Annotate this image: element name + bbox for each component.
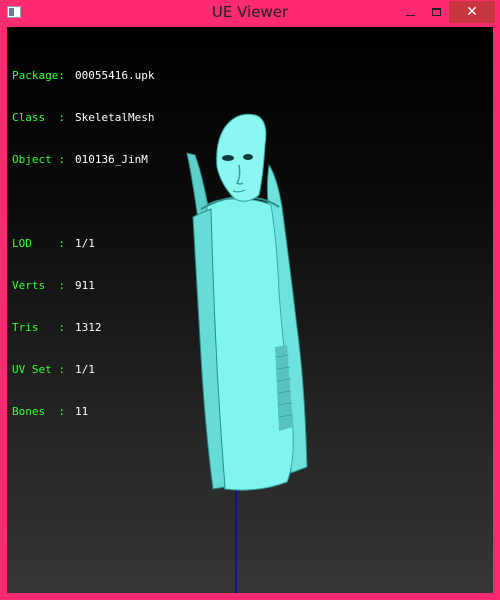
info-label: UV Set : bbox=[12, 363, 65, 376]
info-value: 911 bbox=[75, 279, 95, 292]
info-label: Package: bbox=[12, 69, 65, 82]
close-button[interactable]: ✕ bbox=[449, 1, 495, 23]
app-window: UE Viewer ✕ Package: 00055416.upk Class … bbox=[0, 0, 500, 600]
info-label: Object : bbox=[12, 153, 65, 166]
info-value: 1/1 bbox=[75, 237, 95, 250]
info-row-lod: LOD : 1/1 bbox=[12, 237, 154, 251]
close-icon: ✕ bbox=[466, 4, 478, 20]
info-label: Tris : bbox=[12, 321, 65, 334]
info-label: Verts : bbox=[12, 279, 65, 292]
info-label: LOD : bbox=[12, 237, 65, 250]
info-row-uvset: UV Set : 1/1 bbox=[12, 363, 154, 377]
info-label: Class : bbox=[12, 111, 65, 124]
info-value: 00055416.upk bbox=[75, 69, 155, 82]
maximize-button[interactable] bbox=[423, 1, 449, 23]
minimize-icon bbox=[405, 14, 415, 16]
info-row-class: Class : SkeletalMesh bbox=[12, 111, 154, 125]
info-row-package: Package: 00055416.upk bbox=[12, 69, 154, 83]
mesh-viewport[interactable]: Package: 00055416.upk Class : SkeletalMesh… bbox=[7, 27, 493, 593]
info-value: 1312 bbox=[75, 321, 102, 334]
info-value: 1/1 bbox=[75, 363, 95, 376]
mesh-info-panel: Package: 00055416.upk Class : SkeletalMesh… bbox=[12, 41, 154, 447]
info-label: Bones : bbox=[12, 405, 65, 418]
info-row-object: Object : 010136_JinM bbox=[12, 153, 154, 167]
info-row-bones: Bones : 11 bbox=[12, 405, 154, 419]
maximize-icon bbox=[431, 8, 441, 16]
info-row-verts: Verts : 911 bbox=[12, 279, 154, 293]
title-bar[interactable]: UE Viewer ✕ bbox=[0, 0, 500, 26]
info-value: SkeletalMesh bbox=[75, 111, 155, 124]
info-value: 11 bbox=[75, 405, 89, 418]
info-value: 010136_JinM bbox=[75, 153, 148, 166]
minimize-button[interactable] bbox=[397, 1, 423, 23]
mesh-right-eye bbox=[243, 154, 253, 160]
info-row-tris: Tris : 1312 bbox=[12, 321, 154, 335]
mesh-left-eye bbox=[222, 155, 234, 161]
